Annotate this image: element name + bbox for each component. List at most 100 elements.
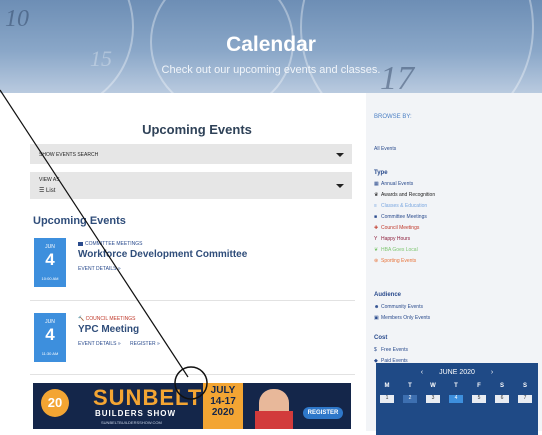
calendar-day[interactable]: 1 — [380, 395, 394, 403]
calendar-day[interactable]: 6 — [495, 395, 509, 403]
event-category[interactable]: COMMITTEE MEETINGS — [78, 241, 143, 247]
gavel-icon: ✚ — [374, 225, 379, 231]
event-category-label: COMMITTEE MEETINGS — [85, 241, 143, 247]
calendar-icon: ▦ — [374, 181, 379, 187]
filter-council-meetings[interactable]: ✚ Council Meetings — [374, 225, 419, 231]
folder-icon — [78, 241, 83, 246]
banner-register-button[interactable]: REGISTER — [303, 407, 343, 419]
main-content: Upcoming Events SHOW EVENTS SEARCH VIEW … — [30, 93, 364, 431]
filter-label: Happy Hours — [381, 236, 411, 242]
book-icon: ≡ — [374, 203, 377, 209]
calendar-prev-button[interactable]: ‹ — [421, 369, 423, 376]
filter-classes[interactable]: ≡ Classes & Education — [374, 203, 427, 209]
event-details-link[interactable]: EVENT DETAILS » — [78, 266, 121, 272]
all-events-link[interactable]: All Events — [374, 146, 396, 152]
dollar-icon: $ — [374, 347, 377, 353]
sunbelt-banner-ad[interactable]: 20 SUNBELT BUILDERS SHOW SUNBELTBUILDERS… — [33, 383, 351, 429]
filter-members-only[interactable]: ▣ Members Only Events — [374, 315, 430, 321]
filter-hba-goes-local[interactable]: ❦ HBA Goes Local — [374, 247, 418, 253]
event-day: 4 — [45, 325, 55, 344]
upcoming-events-heading: Upcoming Events — [142, 122, 252, 137]
filter-label: Members Only Events — [381, 315, 431, 321]
banner-date-year: 2020 — [211, 407, 235, 418]
filter-sporting-events[interactable]: ⊛ Sporting Events — [374, 258, 416, 264]
filter-label: HBA Goes Local — [381, 247, 418, 253]
calendar-day[interactable]: 3 — [426, 395, 440, 403]
gavel-icon: 🔨 — [78, 316, 85, 322]
filter-label: Community Events — [381, 304, 423, 310]
banner-subtitle: BUILDERS SHOW — [95, 409, 176, 418]
calendar-month-label: JUNE 2020 — [439, 369, 475, 376]
event-date-badge: JUN 4 10:00 AM — [34, 238, 66, 287]
calendar-dow: T — [408, 383, 412, 389]
filter-committee-meetings[interactable]: ■ Committee Meetings — [374, 214, 427, 220]
anniversary-badge: 20 — [41, 389, 69, 417]
filter-happy-hours[interactable]: Y Happy Hours — [374, 236, 410, 242]
filter-awards[interactable]: ♛ Awards and Recognition — [374, 192, 435, 198]
filter-label: Annual Events — [381, 181, 414, 187]
calendar-dow: M — [384, 383, 390, 389]
event-title-link[interactable]: YPC Meeting — [78, 324, 139, 335]
event-details-link[interactable]: EVENT DETAILS » — [78, 341, 121, 347]
calendar-header: ‹ JUNE 2020 › — [376, 369, 538, 376]
calendar-dow: S — [499, 383, 504, 389]
filter-community-events[interactable]: ☻ Community Events — [374, 304, 423, 310]
event-item: JUN 4 11:30 AM 🔨 COUNCIL MEETINGS YPC Me… — [34, 313, 354, 363]
filter-annual-events[interactable]: ▦ Annual Events — [374, 181, 413, 187]
calendar-dow: T — [454, 383, 458, 389]
banner-title: SUNBELT — [93, 385, 203, 410]
event-day: 4 — [45, 250, 55, 269]
view-as-value: ☰ List — [39, 187, 55, 194]
divider — [30, 374, 355, 375]
calendar-day[interactable]: 2 — [403, 395, 417, 403]
trophy-icon: ♛ — [374, 192, 379, 198]
view-as-select[interactable]: VIEW AS ☰ List — [30, 172, 352, 199]
ball-icon: ⊛ — [374, 258, 379, 264]
view-as-label: VIEW AS — [39, 177, 60, 183]
cost-heading: Cost — [374, 335, 388, 341]
banner-url: SUNBELTBUILDERSSHOW.COM — [101, 420, 162, 425]
browse-by-heading: BROWSE BY: — [374, 114, 412, 120]
leaf-icon: ❦ — [374, 247, 379, 253]
page-header: 10 15 17 Calendar Check out our upcoming… — [0, 0, 542, 93]
calendar-next-button[interactable]: › — [491, 369, 493, 376]
calendar-day[interactable]: 4 — [449, 395, 463, 403]
list-icon: ☰ — [39, 188, 47, 194]
event-links: EVENT DETAILS » REGISTER » — [78, 341, 168, 347]
events-search-dropdown[interactable]: SHOW EVENTS SEARCH — [30, 144, 352, 164]
page-subtitle: Check out our upcoming events and classe… — [161, 64, 381, 76]
calendar-day[interactable]: 5 — [472, 395, 486, 403]
filter-label: Council Meetings — [381, 225, 420, 231]
calendar-dow: S — [522, 383, 527, 389]
audience-heading: Audience — [374, 292, 402, 298]
chevron-down-icon — [336, 153, 344, 157]
filter-sidebar: BROWSE BY: All Events Type ▦ Annual Event… — [366, 93, 542, 435]
event-item: JUN 4 10:00 AM COMMITTEE MEETINGS Workfo… — [34, 238, 354, 288]
dropdown-label: SHOW EVENTS SEARCH — [39, 152, 99, 158]
people-icon: ☻ — [374, 304, 380, 310]
calendar-day[interactable]: 7 — [518, 395, 532, 403]
event-category-label: COUNCIL MEETINGS — [85, 316, 136, 322]
event-title-link[interactable]: Workforce Development Committee — [78, 249, 247, 260]
divider — [30, 300, 355, 301]
folder-icon: ■ — [374, 214, 378, 220]
upcoming-events-section-heading: Upcoming Events — [33, 215, 126, 227]
calendar-dow: W — [430, 383, 436, 389]
event-time: 11:30 AM — [41, 351, 59, 356]
filter-label: Awards and Recognition — [381, 192, 436, 198]
mini-calendar: ‹ JUNE 2020 › M T W T F S S 1 2 3 4 5 6 … — [376, 363, 538, 435]
register-link[interactable]: REGISTER » — [130, 341, 160, 347]
banner-date: JULY 14-17 2020 — [203, 383, 243, 429]
filter-free-events[interactable]: $ Free Events — [374, 347, 408, 353]
page-title: Calendar — [226, 33, 316, 56]
calendar-dow: F — [477, 383, 481, 389]
event-category[interactable]: 🔨 COUNCIL MEETINGS — [78, 316, 135, 322]
banner-date-days: 14-17 — [210, 396, 236, 407]
view-as-value-text: List — [46, 188, 56, 194]
type-heading: Type — [374, 170, 388, 176]
event-date-badge: JUN 4 11:30 AM — [34, 313, 66, 362]
chevron-down-icon — [336, 184, 344, 188]
filter-label: Committee Meetings — [381, 214, 427, 220]
glass-icon: Y — [374, 236, 378, 242]
filter-label: Classes & Education — [381, 203, 428, 209]
